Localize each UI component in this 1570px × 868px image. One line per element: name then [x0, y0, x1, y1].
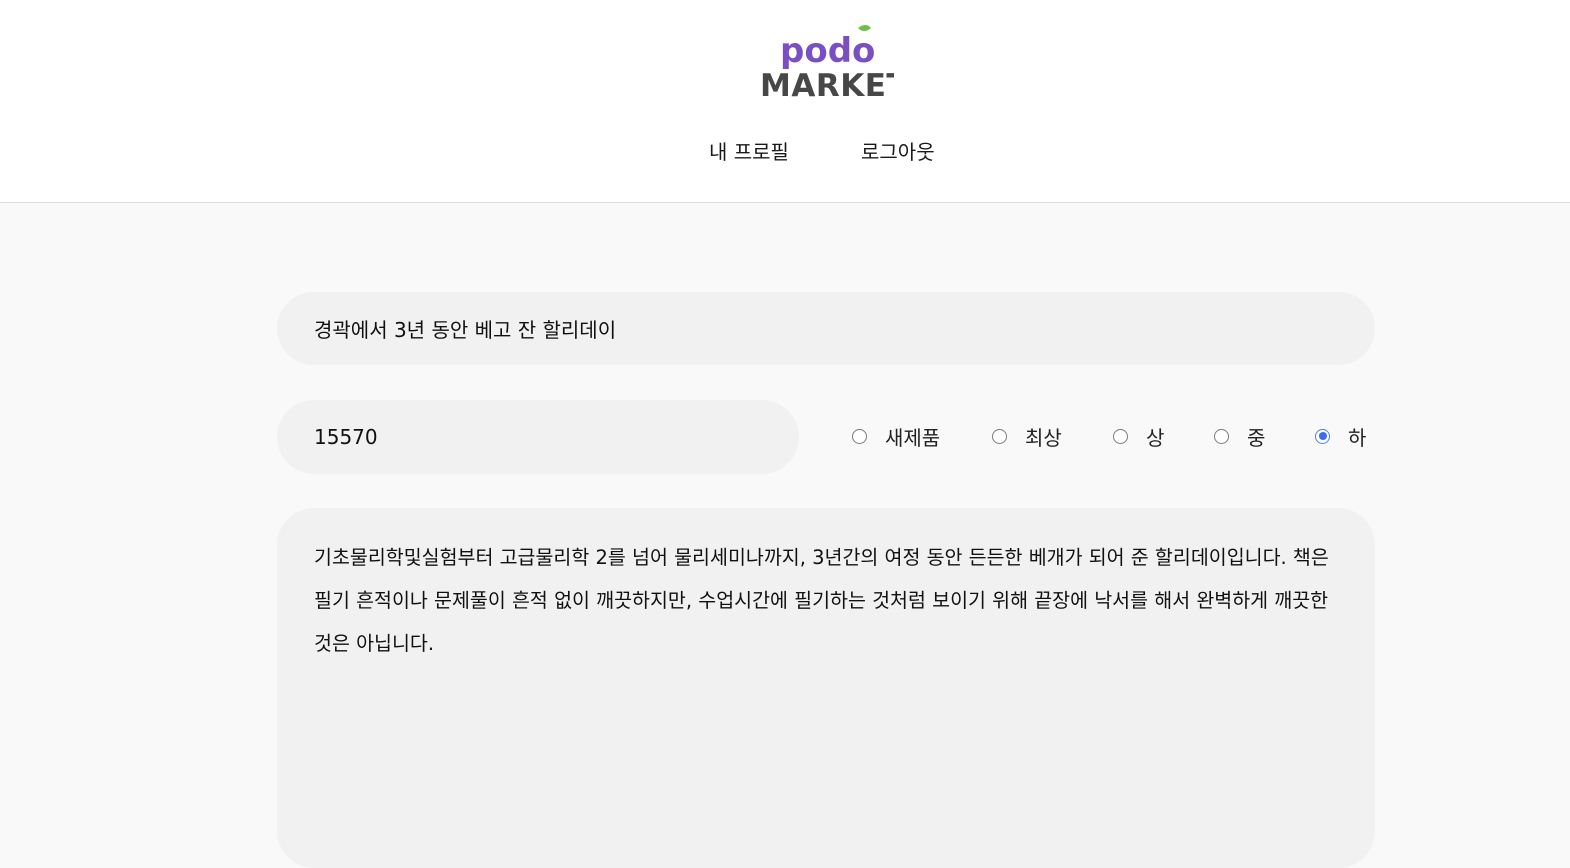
- nav-my-profile[interactable]: 내 프로필: [709, 138, 789, 166]
- condition-label: 하: [1348, 425, 1367, 450]
- podo-market-logo[interactable]: podo MARKET: [758, 24, 894, 100]
- condition-option-mid[interactable]: 중: [1214, 422, 1265, 450]
- condition-label: 새제품: [885, 425, 941, 450]
- condition-label: 상: [1146, 425, 1165, 450]
- site-header: podo MARKET 내 프로필 로그아웃: [0, 0, 1570, 203]
- condition-option-low[interactable]: 하: [1315, 422, 1366, 450]
- radio-best[interactable]: [992, 428, 1007, 444]
- radio-new[interactable]: [852, 428, 867, 444]
- radio-low[interactable]: [1315, 428, 1330, 444]
- condition-label: 최상: [1025, 425, 1062, 450]
- condition-option-best[interactable]: 최상: [992, 422, 1062, 450]
- nav-logout[interactable]: 로그아웃: [861, 138, 935, 166]
- radio-mid[interactable]: [1214, 428, 1229, 444]
- condition-option-new[interactable]: 새제품: [852, 422, 940, 450]
- price-input[interactable]: [277, 400, 799, 474]
- logo-wordmark-top: podo: [780, 31, 875, 71]
- condition-option-high[interactable]: 상: [1113, 422, 1164, 450]
- condition-label: 중: [1247, 425, 1266, 450]
- radio-high[interactable]: [1113, 428, 1128, 444]
- product-title-input[interactable]: [277, 292, 1375, 365]
- logo-wordmark-bottom: MARKET: [760, 68, 894, 100]
- description-textarea[interactable]: 기초물리학및실험부터 고급물리학 2를 넘어 물리세미나까지, 3년간의 여정 …: [277, 508, 1375, 868]
